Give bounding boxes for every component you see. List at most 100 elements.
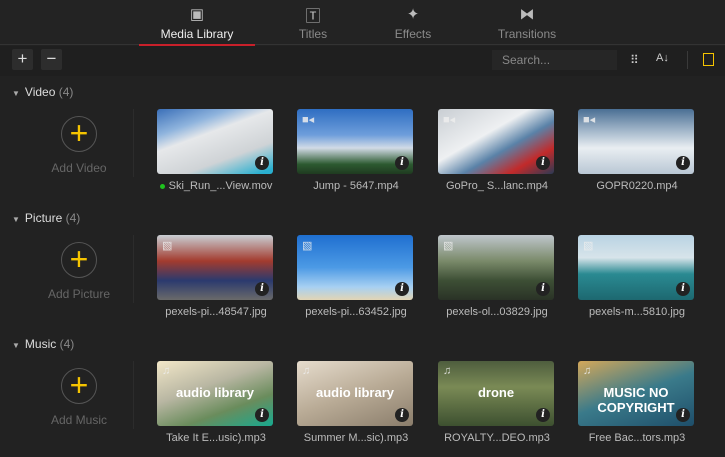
media-name-row: pexels-pi...63452.jpg	[297, 306, 415, 318]
divider	[133, 361, 134, 429]
plus-icon: +	[61, 368, 97, 404]
info-icon[interactable]: i	[255, 408, 269, 422]
plus-icon: +	[61, 242, 97, 278]
media-item[interactable]: ▧ i pexels-m...5810.jpg	[578, 235, 696, 318]
info-icon[interactable]: i	[395, 408, 409, 422]
thumbnail[interactable]: ♫ audio library i	[157, 361, 273, 426]
info-icon[interactable]: i	[395, 282, 409, 296]
tab-bar: ▣ Media Library 🅃 Titles ✦ Effects ⧓ Transit…	[0, 0, 725, 46]
media-name-row: ROYALTY...DEO.mp3	[438, 432, 556, 444]
info-icon[interactable]: i	[536, 408, 550, 422]
remove-media-button[interactable]: −	[41, 49, 62, 70]
media-item[interactable]: ■◂ i GOPR0220.mp4	[578, 109, 696, 192]
media-name-row: GOPR0220.mp4	[578, 180, 696, 192]
info-icon[interactable]: i	[255, 282, 269, 296]
transitions-icon: ⧓	[519, 6, 535, 23]
sort-icon[interactable]: A↓	[656, 52, 669, 64]
add-video-button[interactable]: + Add Video	[40, 116, 118, 175]
section-header-video[interactable]: ▼ Video (4)	[12, 85, 73, 99]
info-icon[interactable]: i	[536, 282, 550, 296]
media-item[interactable]: ■◂ i Jump - 5647.mp4	[297, 109, 415, 192]
info-icon[interactable]: i	[395, 156, 409, 170]
thumbnail[interactable]: ■◂ i	[578, 109, 694, 174]
video-type-icon: ■◂	[302, 114, 315, 126]
picture-type-icon: ▧	[443, 240, 454, 252]
media-name: Summer M...sic).mp3	[303, 432, 409, 444]
thumbnail[interactable]: ▧ i	[157, 235, 273, 300]
music-type-icon: ♫	[302, 365, 311, 377]
tab-label: Transitions	[497, 27, 557, 41]
add-label: Add Video	[51, 161, 107, 175]
divider	[133, 109, 134, 177]
media-item[interactable]: ♫ audio library i Take It E...usic).mp3	[157, 361, 275, 444]
tab-titles[interactable]: 🅃 Titles	[258, 5, 368, 41]
tab-label: Effects	[394, 27, 432, 41]
tab-transitions[interactable]: ⧓ Transitions	[472, 5, 582, 41]
tab-media-library[interactable]: ▣ Media Library	[139, 5, 255, 46]
thumbnail[interactable]: ■◂ i	[438, 109, 554, 174]
media-name-row: Ski_Run_...View.mov	[157, 180, 275, 192]
tab-effects[interactable]: ✦ Effects	[358, 5, 468, 41]
thumbnail[interactable]: ♫ MUSIC NO COPYRIGHT i	[578, 361, 694, 426]
video-type-icon: ■◂	[583, 114, 596, 126]
section-title: Picture	[24, 211, 63, 225]
thumbnail[interactable]: ♫ audio library i	[297, 361, 413, 426]
thumbnail[interactable]: ▧ i	[297, 235, 413, 300]
media-name-row: pexels-m...5810.jpg	[578, 306, 696, 318]
media-name-row: GoPro_ S...lanc.mp4	[438, 180, 556, 192]
info-icon[interactable]: i	[676, 282, 690, 296]
media-name-row: Summer M...sic).mp3	[297, 432, 415, 444]
thumbnail-overlay-text: audio library	[315, 385, 395, 400]
add-music-button[interactable]: + Add Music	[40, 368, 118, 427]
tab-label: Titles	[298, 27, 328, 41]
media-library-icon: ▣	[189, 6, 205, 23]
info-icon[interactable]: i	[676, 156, 690, 170]
music-type-icon: ♫	[583, 365, 592, 377]
divider	[133, 235, 134, 303]
info-icon[interactable]: i	[676, 408, 690, 422]
add-media-button[interactable]: +	[12, 49, 33, 70]
info-icon[interactable]: i	[255, 156, 269, 170]
media-name: Free Bac...tors.mp3	[588, 432, 686, 444]
media-name: pexels-ol...03829.jpg	[446, 306, 548, 318]
grid-view-icon[interactable]: ⠿	[630, 53, 639, 67]
music-type-icon: ♫	[443, 365, 452, 377]
media-item[interactable]: ■◂ i GoPro_ S...lanc.mp4	[438, 109, 556, 192]
thumbnail[interactable]: ▧ i	[578, 235, 694, 300]
in-use-indicator	[159, 183, 165, 189]
media-item[interactable]: i Ski_Run_...View.mov	[157, 109, 275, 192]
section-count: (4)	[65, 211, 81, 225]
thumbnail[interactable]: ▧ i	[438, 235, 554, 300]
section-header-music[interactable]: ▼ Music (4)	[12, 337, 74, 351]
media-item[interactable]: ▧ i pexels-pi...48547.jpg	[157, 235, 275, 318]
music-type-icon: ♫	[162, 365, 171, 377]
thumbnail[interactable]: ♫ drone i	[438, 361, 554, 426]
section-title: Video	[24, 85, 56, 99]
info-icon[interactable]: i	[536, 156, 550, 170]
media-name: Take It E...usic).mp3	[166, 432, 266, 444]
media-item[interactable]: ♫ drone i ROYALTY...DEO.mp3	[438, 361, 556, 444]
search-input[interactable]: Search...	[492, 50, 617, 70]
add-picture-button[interactable]: + Add Picture	[40, 242, 118, 301]
panel-toggle-icon[interactable]	[703, 53, 714, 66]
video-type-icon: ■◂	[443, 114, 456, 126]
thumbnail[interactable]: i	[157, 109, 273, 174]
media-item[interactable]: ▧ i pexels-pi...63452.jpg	[297, 235, 415, 318]
media-name: Jump - 5647.mp4	[313, 180, 399, 192]
tab-label: Media Library	[160, 27, 234, 41]
media-name: ROYALTY...DEO.mp3	[444, 432, 550, 444]
toolbar-divider	[687, 51, 688, 69]
collapse-triangle-icon[interactable]: ▼	[12, 341, 20, 350]
media-item[interactable]: ♫ MUSIC NO COPYRIGHT i Free Bac...tors.m…	[578, 361, 696, 444]
thumbnail[interactable]: ■◂ i	[297, 109, 413, 174]
media-item[interactable]: ▧ i pexels-ol...03829.jpg	[438, 235, 556, 318]
picture-type-icon: ▧	[162, 240, 173, 252]
media-item[interactable]: ♫ audio library i Summer M...sic).mp3	[297, 361, 415, 444]
collapse-triangle-icon[interactable]: ▼	[12, 89, 20, 98]
section-count: (4)	[59, 337, 75, 351]
collapse-triangle-icon[interactable]: ▼	[12, 215, 20, 224]
media-name: GoPro_ S...lanc.mp4	[445, 180, 549, 192]
media-name: Ski_Run_...View.mov	[168, 180, 273, 192]
section-header-picture[interactable]: ▼ Picture (4)	[12, 211, 80, 225]
picture-type-icon: ▧	[302, 240, 313, 252]
